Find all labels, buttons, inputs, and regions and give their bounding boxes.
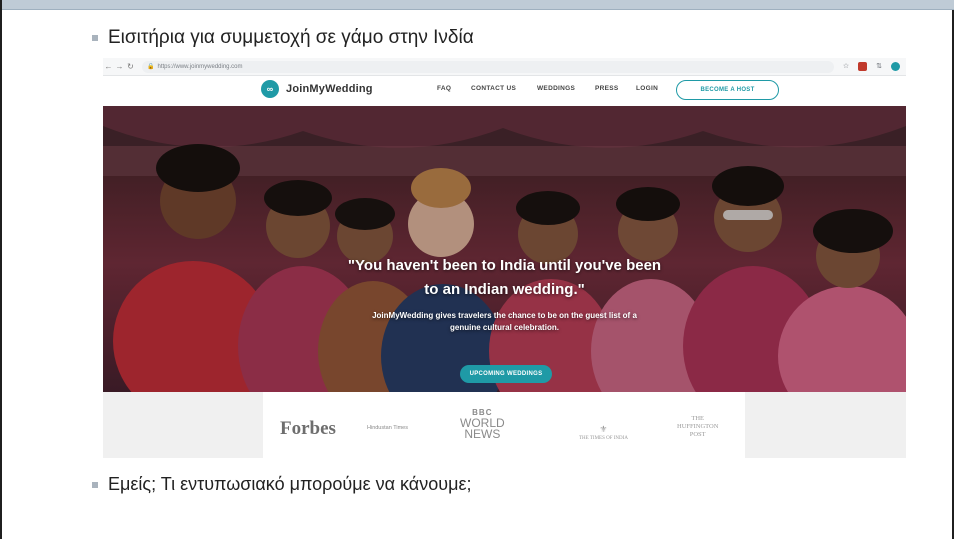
- rings-icon: ∞: [261, 80, 279, 98]
- bullet-item: Εισιτήρια για συμμετοχή σε γάμο στην Ινδ…: [92, 27, 474, 49]
- press-logos: Forbes Hindustan Times BBC WORLD NEWS ⚜ …: [263, 392, 745, 458]
- bullet-square-icon: [92, 481, 98, 488]
- bbc-line: NEWS: [464, 427, 501, 441]
- logo-text: JoinMyWedding: [286, 83, 373, 95]
- extension-icon[interactable]: [858, 62, 867, 71]
- browser-toolbar: ← → ↻ 🔒 https://www.joinmywedding.com ☆ …: [103, 58, 906, 76]
- back-icon[interactable]: ←: [103, 62, 114, 71]
- menu-item-faq[interactable]: FAQ: [437, 85, 451, 92]
- bullet-square-icon: [92, 35, 98, 41]
- profile-icon[interactable]: [891, 62, 900, 71]
- huff-line: HUFFINGTON: [677, 423, 719, 430]
- huff-line: THE: [691, 415, 705, 422]
- slide: Εισιτήρια για συμμετοχή σε γάμο στην Ινδ…: [0, 0, 954, 539]
- star-icon[interactable]: ☆: [840, 62, 852, 72]
- upcoming-weddings-button[interactable]: UPCOMING WEDDINGS: [460, 365, 552, 383]
- hero-banner: "You haven't been to India until you've …: [103, 106, 906, 392]
- reload-icon[interactable]: ↻: [125, 62, 136, 71]
- toi-text: THE TIMES OF INDIA: [579, 436, 628, 441]
- hero-subtitle-line: genuine cultural celebration.: [450, 323, 559, 332]
- crest-icon: ⚜: [599, 424, 608, 434]
- bullet-text: Εισιτήρια για συμμετοχή σε γάμο στην Ινδ…: [108, 27, 474, 48]
- hindustan-times-logo[interactable]: Hindustan Times: [367, 425, 408, 431]
- huffington-post-logo[interactable]: THE HUFFINGTON POST: [677, 415, 718, 439]
- hero-subtitle-line: JoinMyWedding gives travelers the chance…: [372, 311, 637, 320]
- wedding-guests-photo: [103, 106, 906, 392]
- translate-icon[interactable]: ⇅: [873, 62, 885, 72]
- site-header: ∞ JoinMyWedding FAQ CONTACT US WEDDINGS …: [103, 76, 906, 106]
- menu-item-press[interactable]: PRESS: [595, 85, 619, 92]
- address-bar[interactable]: 🔒 https://www.joinmywedding.com: [142, 60, 834, 73]
- site-logo[interactable]: ∞ JoinMyWedding: [261, 80, 373, 98]
- lock-icon: 🔒: [147, 64, 155, 70]
- bullet-text: Εμείς; Τι εντυπωσιακό μπορούμε να κάνουμ…: [108, 474, 472, 494]
- website-screenshot: ← → ↻ 🔒 https://www.joinmywedding.com ☆ …: [103, 58, 906, 458]
- press-logos-strip: Forbes Hindustan Times BBC WORLD NEWS ⚜ …: [103, 392, 906, 458]
- become-host-button[interactable]: BECOME A HOST: [676, 80, 779, 100]
- url-text: https://www.joinmywedding.com: [157, 63, 243, 70]
- slide-header-bar: [2, 0, 954, 10]
- huff-line: POST: [689, 431, 706, 438]
- times-of-india-logo[interactable]: ⚜ THE TIMES OF INDIA: [579, 424, 628, 441]
- forward-icon[interactable]: →: [114, 62, 125, 71]
- hero-quote-line: "You haven't been to India until you've …: [347, 257, 662, 274]
- bullet-item: Εμείς; Τι εντυπωσιακό μπορούμε να κάνουμ…: [92, 474, 471, 495]
- menu-item-weddings[interactable]: WEDDINGS: [537, 85, 575, 92]
- bbc-world-news-logo[interactable]: BBC WORLD NEWS: [460, 407, 505, 440]
- menu-item-login[interactable]: LOGIN: [636, 85, 658, 92]
- menu-item-contact[interactable]: CONTACT US: [471, 85, 516, 92]
- forbes-logo[interactable]: Forbes: [280, 418, 336, 440]
- hero-quote-line: to an Indian wedding.": [424, 281, 585, 298]
